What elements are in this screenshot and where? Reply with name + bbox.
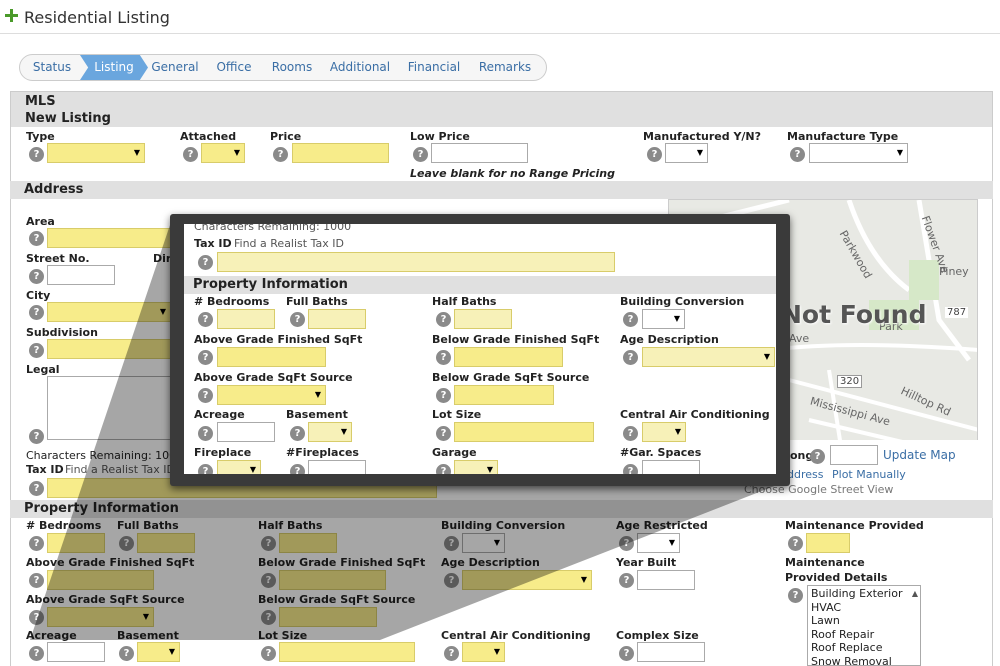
help-icon[interactable]: ? (290, 464, 305, 474)
zoom-num-fireplaces-input[interactable] (308, 460, 366, 474)
help-icon[interactable]: ? (290, 426, 305, 441)
help-icon[interactable]: ? (623, 464, 638, 474)
zoom-bedrooms-input[interactable] (217, 309, 275, 329)
zoom-building-conversion-select[interactable] (642, 309, 685, 329)
zoom-below-grade-input[interactable] (454, 347, 563, 367)
zoom-lot-size-input[interactable] (454, 422, 594, 442)
zoom-num-fireplaces-label: #Fireplaces (286, 446, 359, 459)
help-icon[interactable]: ? (436, 350, 451, 365)
zoom-age-description-select[interactable] (642, 347, 775, 367)
zoom-central-air-select[interactable] (642, 422, 686, 442)
help-icon[interactable]: ? (623, 312, 638, 327)
help-icon[interactable]: ? (436, 312, 451, 327)
zoom-below-source-label: Below Grade SqFt Source (432, 371, 590, 384)
zoom-building-conversion-label: Building Conversion (620, 295, 745, 308)
help-icon[interactable]: ? (623, 350, 638, 365)
zoom-fireplace-label: Fireplace (194, 446, 252, 459)
help-icon[interactable]: ? (436, 388, 451, 403)
zoom-tax-id-input[interactable] (217, 252, 615, 272)
help-icon[interactable]: ? (436, 426, 451, 441)
help-icon[interactable]: ? (198, 388, 213, 403)
help-icon[interactable]: ? (198, 464, 213, 474)
zoom-above-grade-label: Above Grade Finished SqFt (194, 333, 363, 346)
zoom-garage-select[interactable] (454, 460, 498, 474)
zoom-half-baths-label: Half Baths (432, 295, 497, 308)
help-icon[interactable]: ? (436, 464, 451, 474)
zoom-gar-spaces-label: #Gar. Spaces (620, 446, 702, 459)
zoom-age-description-label: Age Description (620, 333, 719, 346)
zoom-tax-id-label: Tax ID (194, 237, 232, 250)
zoom-fireplace-select[interactable] (217, 460, 261, 474)
zoom-above-grade-input[interactable] (217, 347, 326, 367)
zoom-chars-remaining: Characters Remaining: 1000 (194, 224, 352, 233)
zoom-above-source-select[interactable] (217, 385, 326, 405)
zoom-full-baths-input[interactable] (308, 309, 366, 329)
help-icon[interactable]: ? (198, 350, 213, 365)
zoom-bedrooms-label: # Bedrooms (194, 295, 270, 308)
zoom-content: Characters Remaining: 1000 Tax ID Find a… (184, 224, 776, 474)
zoom-acreage-input[interactable] (217, 422, 275, 442)
zoom-realist-link[interactable]: Find a Realist Tax ID (234, 237, 344, 250)
zoom-full-baths-label: Full Baths (286, 295, 348, 308)
zoom-half-baths-input[interactable] (454, 309, 512, 329)
zoom-garage-label: Garage (432, 446, 477, 459)
zoom-property-header: Property Information (184, 276, 776, 294)
zoom-gar-spaces-input[interactable] (642, 460, 700, 474)
zoom-above-source-label: Above Grade SqFt Source (194, 371, 353, 384)
zoom-acreage-label: Acreage (194, 408, 245, 421)
zoom-basement-select[interactable] (308, 422, 352, 442)
help-icon[interactable]: ? (198, 255, 213, 270)
zoom-basement-label: Basement (286, 408, 348, 421)
zoom-below-grade-label: Below Grade Finished SqFt (432, 333, 600, 346)
help-icon[interactable]: ? (623, 426, 638, 441)
zoom-below-source-input[interactable] (454, 385, 554, 405)
zoom-lot-size-label: Lot Size (432, 408, 482, 421)
help-icon[interactable]: ? (198, 312, 213, 327)
help-icon[interactable]: ? (290, 312, 305, 327)
help-icon[interactable]: ? (198, 426, 213, 441)
zoom-callout: Characters Remaining: 1000 Tax ID Find a… (170, 214, 790, 486)
zoom-central-air-label: Central Air Conditioning (620, 408, 770, 421)
